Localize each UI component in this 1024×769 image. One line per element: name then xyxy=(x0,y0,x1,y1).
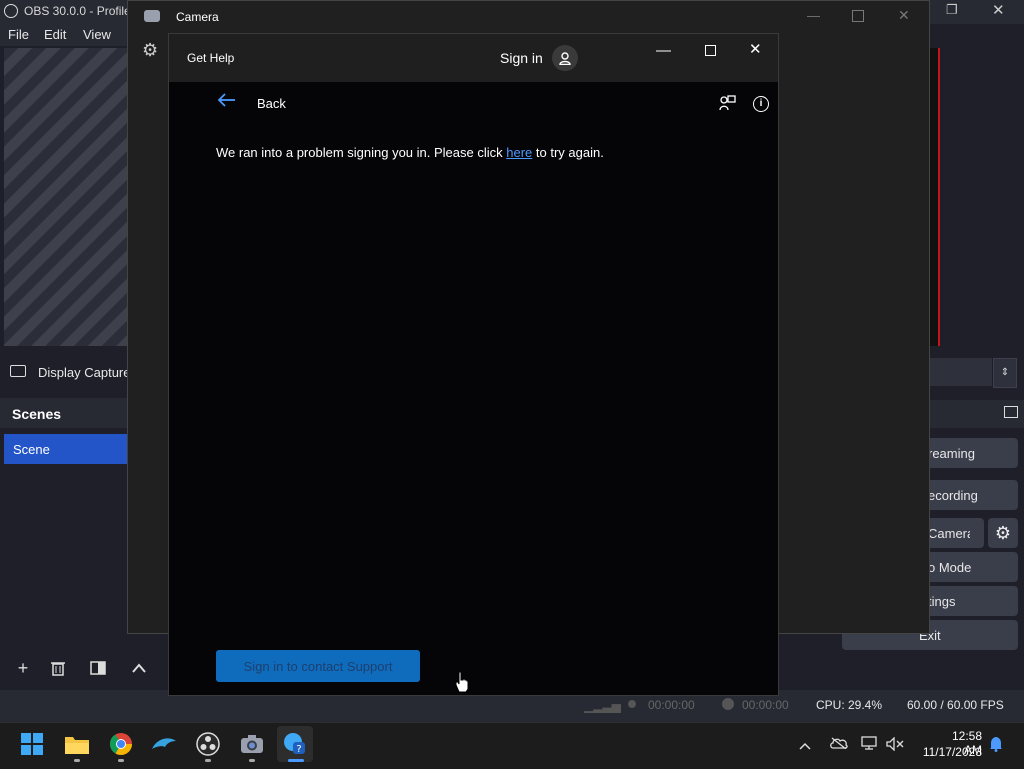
show-hidden-icons-chevron-icon[interactable] xyxy=(799,737,811,755)
message-text-before: We ran into a problem signing you in. Pl… xyxy=(216,145,507,160)
scene-item-label: Scene xyxy=(13,442,50,457)
volume-muted-icon[interactable] xyxy=(886,736,904,756)
back-arrow-icon[interactable] xyxy=(217,93,236,112)
fps-readout: 60.00 / 60.00 FPS xyxy=(907,698,1004,712)
file-explorer-running-indicator xyxy=(74,759,80,762)
obs-taskbar-icon[interactable] xyxy=(190,726,226,762)
settings-label: tings xyxy=(928,594,956,609)
transition-spinner[interactable]: ⇕ xyxy=(993,358,1017,388)
contact-support-icon[interactable] xyxy=(719,95,736,116)
start-button[interactable] xyxy=(14,726,50,762)
onedrive-offline-icon[interactable] xyxy=(830,736,848,754)
back-button[interactable]: Back xyxy=(257,96,286,111)
sign-in-error-message: We ran into a problem signing you in. Pl… xyxy=(216,145,604,160)
dolphin-app-icon[interactable] xyxy=(146,726,182,762)
get-help-taskbar-icon[interactable]: ? xyxy=(277,726,313,762)
recording-label: ecording xyxy=(928,488,978,503)
help-minimize-button[interactable]: — xyxy=(656,42,671,59)
monitor-icon xyxy=(10,365,26,377)
scene-filters-button[interactable] xyxy=(83,656,113,680)
remove-scene-button[interactable] xyxy=(43,656,73,680)
help-maximize-button[interactable] xyxy=(705,45,716,56)
cpu-usage: CPU: 29.4% xyxy=(816,698,883,712)
obs-logo-icon xyxy=(4,4,18,18)
camera-maximize-button[interactable] xyxy=(852,10,864,22)
help-close-button[interactable]: ✕ xyxy=(749,40,762,58)
obs-window-title: OBS 30.0.0 - Profile xyxy=(24,4,131,18)
obs-restore-button[interactable]: ❐ xyxy=(946,2,958,18)
stream-status-icon xyxy=(628,700,636,708)
get-help-window: Get Help Sign in — ✕ Back i We ran into … xyxy=(168,33,779,696)
get-help-active-indicator xyxy=(288,759,304,762)
studio-mode-label: o Mode xyxy=(928,560,972,575)
message-text-after: to try again. xyxy=(532,145,604,160)
hand-cursor-icon xyxy=(455,671,469,698)
info-icon[interactable]: i xyxy=(753,96,769,112)
sign-in-label[interactable]: Sign in xyxy=(500,50,543,66)
menu-file[interactable]: File xyxy=(8,27,29,42)
virtual-camera-label: Camera xyxy=(928,526,970,541)
file-explorer-icon[interactable] xyxy=(59,726,95,762)
transition-select[interactable] xyxy=(928,358,992,386)
camera-settings-icon[interactable]: ⚙ xyxy=(142,40,158,61)
camera-running-indicator xyxy=(249,759,255,762)
svg-text:?: ? xyxy=(296,744,301,755)
signal-icon: ▁▂▃▅ xyxy=(584,699,621,713)
add-scene-button[interactable]: + xyxy=(8,656,38,680)
camera-taskbar-icon[interactable] xyxy=(234,726,270,762)
scenes-list xyxy=(0,464,130,654)
undock-icon[interactable] xyxy=(1004,406,1018,418)
help-titlebar xyxy=(169,34,778,82)
move-scene-up-button[interactable] xyxy=(124,656,154,680)
record-status-icon xyxy=(722,698,734,710)
help-window-title: Get Help xyxy=(187,51,235,65)
obs-close-button[interactable]: ✕ xyxy=(992,1,1005,19)
record-time: 00:00:00 xyxy=(742,698,789,712)
chrome-icon[interactable] xyxy=(103,726,139,762)
camera-window-title: Camera xyxy=(176,10,219,24)
account-icon[interactable] xyxy=(552,45,578,71)
chrome-running-indicator xyxy=(118,759,124,762)
menu-edit[interactable]: Edit xyxy=(44,27,66,42)
network-icon[interactable] xyxy=(861,736,877,755)
source-name[interactable]: Display Capture xyxy=(38,365,131,380)
virtual-camera-settings-button[interactable]: ⚙ xyxy=(988,518,1018,548)
scenes-title: Scenes xyxy=(12,406,62,422)
retry-link[interactable]: here xyxy=(506,145,532,160)
obs-preview[interactable] xyxy=(4,48,128,346)
camera-minimize-button[interactable]: — xyxy=(807,8,820,23)
camera-app-icon xyxy=(144,10,160,22)
stream-time: 00:00:00 xyxy=(648,698,695,712)
streaming-label: reaming xyxy=(928,446,975,461)
sign-in-to-contact-support-button[interactable]: Sign in to contact Support xyxy=(216,650,420,682)
menu-view[interactable]: View xyxy=(83,27,111,42)
obs-running-indicator xyxy=(205,759,211,762)
camera-close-button[interactable]: ✕ xyxy=(898,7,910,24)
clock-date[interactable]: 11/17/2023 xyxy=(914,745,982,759)
notification-bell-icon[interactable] xyxy=(989,736,1003,757)
